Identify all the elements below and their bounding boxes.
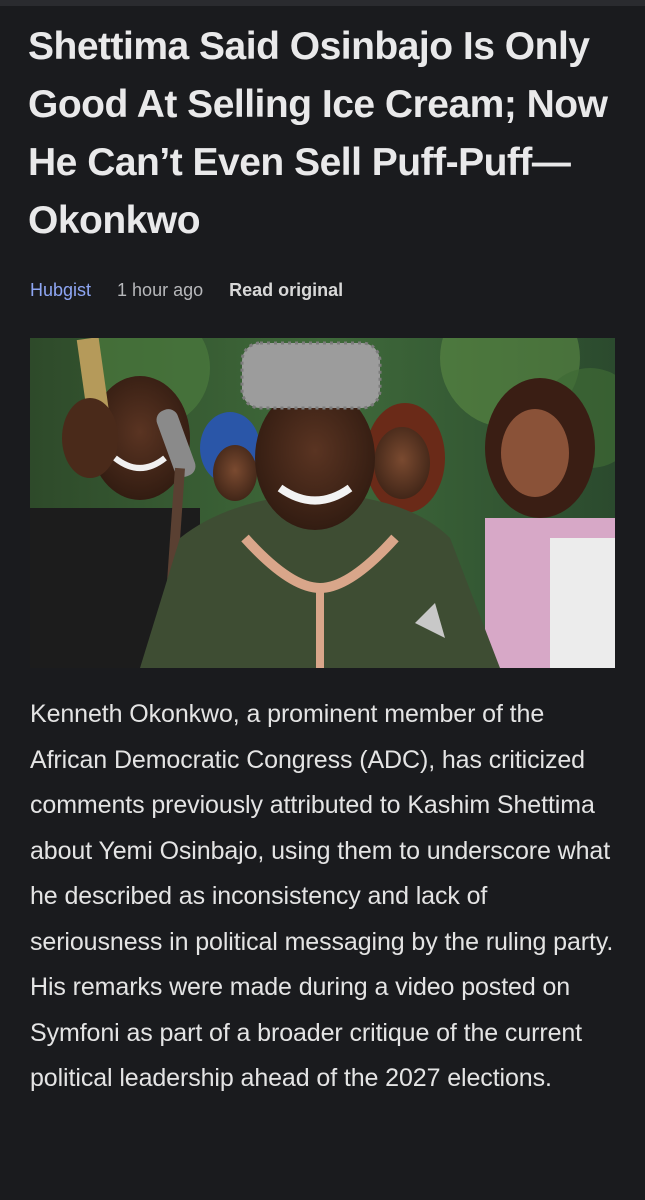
- status-bar-strip: [0, 0, 645, 6]
- hero-photo: [30, 338, 615, 668]
- article-title: Shettima Said Osinbajo Is Only Good At S…: [28, 25, 608, 242]
- read-original-link[interactable]: Read original: [229, 280, 343, 301]
- timestamp: 1 hour ago: [117, 279, 204, 300]
- source-link[interactable]: Hubgist: [30, 280, 91, 301]
- article-meta: Hubgist 1 hour ago Read original: [30, 278, 343, 302]
- article-body: Kenneth Okonkwo, a prominent member of t…: [30, 700, 614, 1092]
- article-hero-image[interactable]: [30, 338, 615, 668]
